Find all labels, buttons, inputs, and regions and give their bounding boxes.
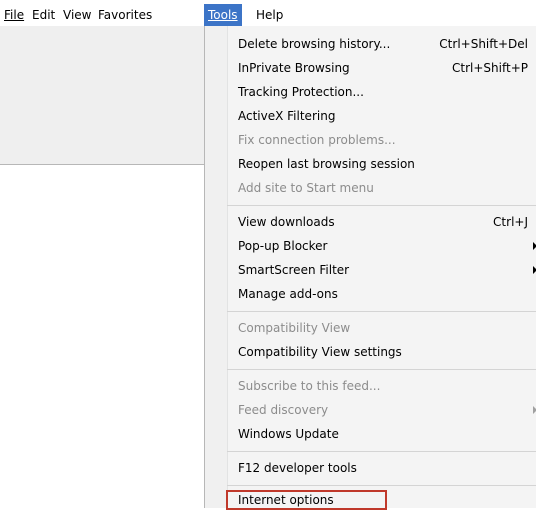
internet-options-highlight-outline [226, 490, 387, 510]
menu-item-manage-add-ons[interactable]: Manage add-ons [227, 284, 536, 306]
menu-help-label: Help [256, 8, 284, 22]
menu-bar: File Edit View Favorites Tools Help [0, 0, 536, 27]
browser-content-area [0, 26, 205, 165]
menu-item-windows-update[interactable]: Windows Update [227, 424, 536, 446]
menu-separator [227, 369, 536, 370]
menu-item-compatibility-view: Compatibility View [227, 318, 536, 340]
menu-item-label: View downloads [238, 215, 335, 229]
menu-item-label: SmartScreen Filter [238, 263, 350, 277]
menu-item-label: Manage add-ons [238, 287, 338, 301]
menu-edit[interactable]: Edit [32, 6, 55, 24]
menu-item-label: Delete browsing history... [238, 37, 391, 51]
menu-view[interactable]: View [63, 6, 91, 24]
menu-item-label: Feed discovery [238, 403, 329, 417]
tools-dropdown-menu: Delete browsing history... Ctrl+Shift+De… [204, 26, 536, 508]
menu-edit-label: Edit [32, 8, 56, 22]
menu-item-label: ActiveX Filtering [238, 109, 336, 123]
menu-item-smartscreen-filter[interactable]: SmartScreen Filter [227, 260, 536, 282]
menu-item-label: F12 developer tools [238, 461, 357, 475]
menu-item-label: Compatibility View [238, 321, 351, 335]
menu-item-view-downloads[interactable]: View downloads Ctrl+J [227, 212, 536, 234]
menu-item-label: Reopen last browsing session [238, 157, 415, 171]
menu-tools[interactable]: Tools [204, 4, 242, 26]
menu-separator [227, 205, 536, 206]
menu-file-label: File [4, 8, 25, 22]
menu-item-shortcut: Ctrl+J [493, 215, 528, 229]
menu-separator [227, 485, 536, 486]
menu-item-label: Add site to Start menu [238, 181, 374, 195]
menu-item-activex-filtering[interactable]: ActiveX Filtering [227, 106, 536, 128]
menu-separator [227, 451, 536, 452]
menu-item-shortcut: Ctrl+Shift+P [452, 61, 528, 75]
menu-item-reopen-last-session[interactable]: Reopen last browsing session [227, 154, 536, 176]
menu-item-inprivate-browsing[interactable]: InPrivate Browsing Ctrl+Shift+P [227, 58, 536, 80]
menu-item-subscribe-to-feed: Subscribe to this feed... [227, 376, 536, 398]
menu-item-compatibility-view-settings[interactable]: Compatibility View settings [227, 342, 536, 364]
menu-icon-gutter [205, 26, 228, 508]
menu-item-label: Tracking Protection... [238, 85, 364, 99]
menu-item-fix-connection-problems: Fix connection problems... [227, 130, 536, 152]
menu-view-label: View [63, 8, 92, 22]
menu-item-label: Subscribe to this feed... [238, 379, 381, 393]
menu-item-feed-discovery: Feed discovery [227, 400, 536, 422]
menu-item-label: Pop-up Blocker [238, 239, 328, 253]
menu-file[interactable]: File [4, 6, 24, 24]
menu-item-tracking-protection[interactable]: Tracking Protection... [227, 82, 536, 104]
menu-item-label: Windows Update [238, 427, 339, 441]
menu-tools-label: Tools [208, 8, 238, 22]
menu-separator [227, 311, 536, 312]
menu-favorites-label: Favorites [98, 8, 153, 22]
menu-item-f12-developer-tools[interactable]: F12 developer tools [227, 458, 536, 480]
menu-item-label: Compatibility View settings [238, 345, 402, 359]
menu-item-label: Fix connection problems... [238, 133, 396, 147]
menu-favorites[interactable]: Favorites [98, 6, 152, 24]
menu-item-delete-browsing-history[interactable]: Delete browsing history... Ctrl+Shift+De… [227, 34, 536, 56]
menu-item-add-site-to-start: Add site to Start menu [227, 178, 536, 200]
menu-item-popup-blocker[interactable]: Pop-up Blocker [227, 236, 536, 258]
menu-item-label: InPrivate Browsing [238, 61, 350, 75]
menu-item-shortcut: Ctrl+Shift+Del [439, 37, 528, 51]
menu-help[interactable]: Help [256, 6, 283, 24]
